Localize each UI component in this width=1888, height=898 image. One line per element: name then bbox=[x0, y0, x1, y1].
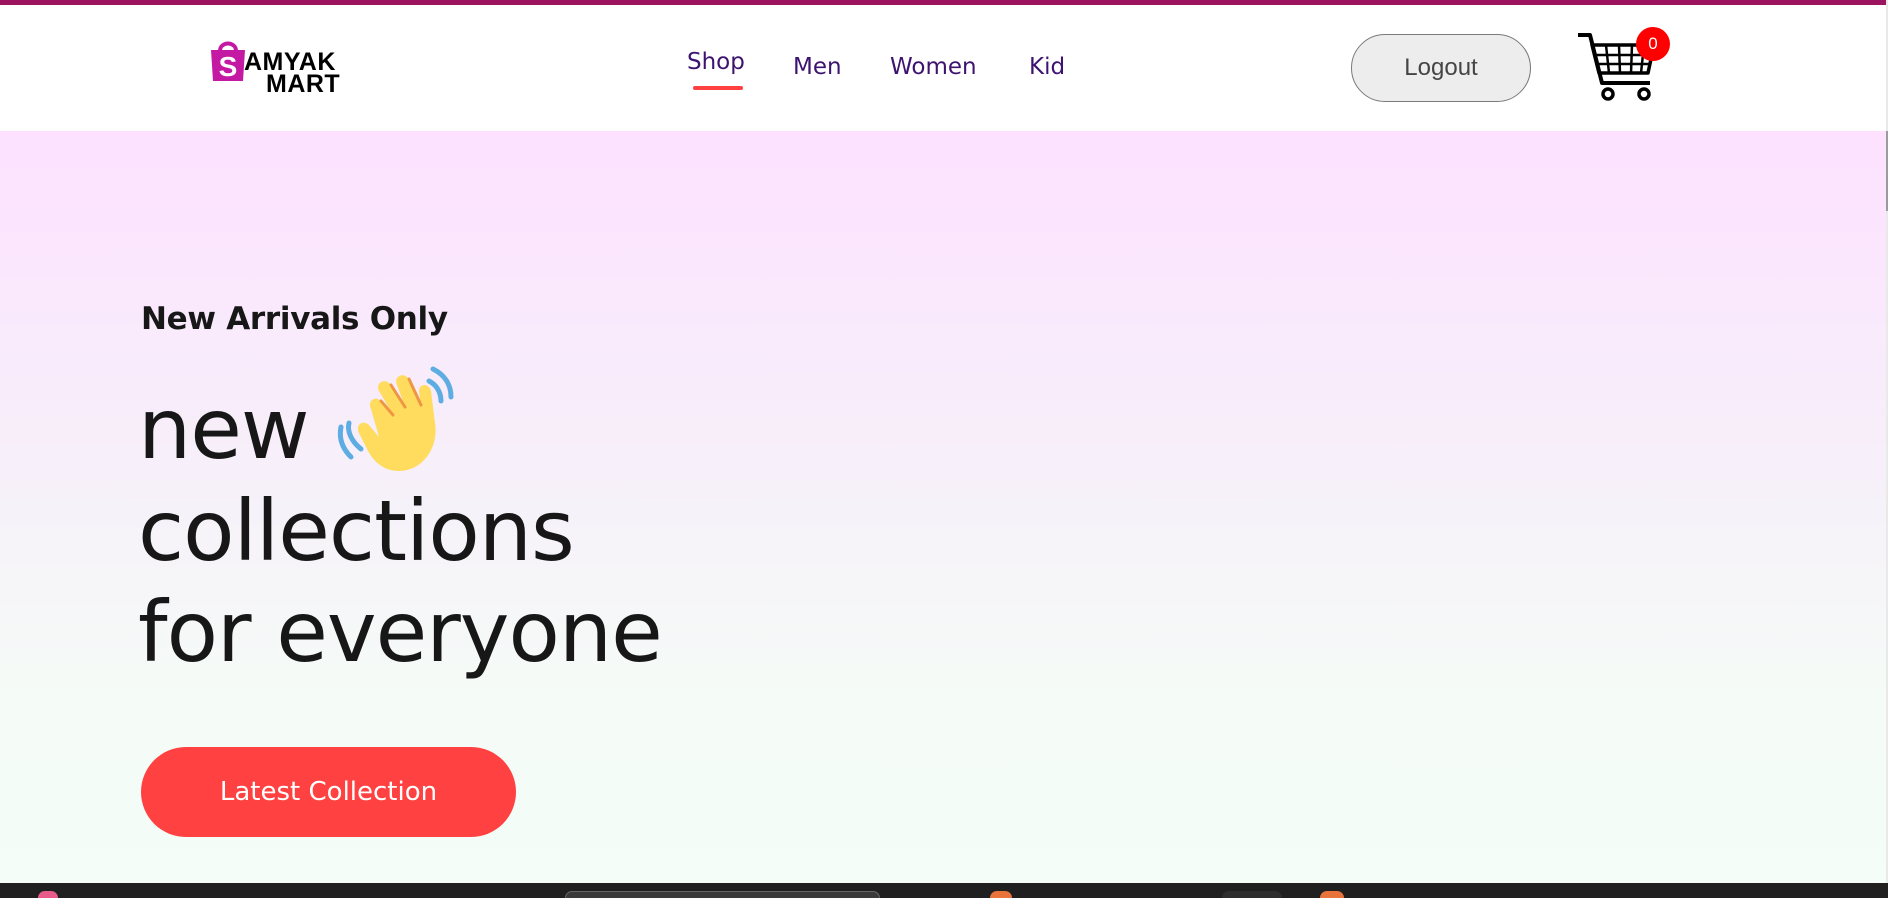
nav-item-label: Men bbox=[793, 54, 842, 80]
nav-item-women[interactable]: Women bbox=[890, 54, 977, 80]
taskbar-app-icon[interactable] bbox=[990, 891, 1012, 898]
nav-item-kid[interactable]: Kid bbox=[1029, 54, 1065, 80]
hero-title-word: new bbox=[138, 380, 310, 478]
hero-title-line-1: new bbox=[138, 366, 662, 481]
shopping-bag-icon: S bbox=[211, 41, 245, 82]
nav-item-label: Shop bbox=[687, 49, 745, 75]
latest-collection-button[interactable]: Latest Collection bbox=[141, 747, 516, 837]
nav-item-shop[interactable]: Shop bbox=[687, 49, 745, 90]
logout-button[interactable]: Logout bbox=[1351, 34, 1531, 102]
hero-title-line-2: collections bbox=[138, 482, 575, 580]
cart-count-badge: 0 bbox=[1636, 27, 1670, 61]
taskbar-app-icon[interactable] bbox=[1222, 891, 1282, 898]
waving-hand-icon bbox=[337, 366, 454, 471]
logo-letter: S bbox=[219, 51, 238, 82]
taskbar-search-box[interactable] bbox=[565, 891, 880, 898]
logo-line-2: MART bbox=[266, 70, 341, 98]
hero-title: new collections for everyone bbox=[138, 366, 663, 683]
nav-item-label: Kid bbox=[1029, 54, 1066, 80]
nav-item-men[interactable]: Men bbox=[793, 54, 842, 80]
hero-tagline: New Arrivals Only bbox=[141, 301, 448, 337]
os-taskbar bbox=[0, 883, 1888, 898]
logo-wordmark: AMYAK MART bbox=[244, 50, 341, 98]
taskbar-app-icon[interactable] bbox=[1320, 891, 1344, 898]
hero-title-line-3: for everyone bbox=[138, 583, 663, 681]
active-nav-indicator bbox=[693, 86, 743, 90]
nav-item-label: Women bbox=[890, 54, 977, 80]
hero-section: New Arrivals Only new collections for ev… bbox=[0, 131, 1886, 883]
navbar: S AMYAK MART Shop Men Women Kid Logout 0 bbox=[0, 5, 1886, 131]
brand-logo[interactable]: S AMYAK MART bbox=[208, 35, 348, 105]
taskbar-app-icon[interactable] bbox=[38, 891, 58, 898]
